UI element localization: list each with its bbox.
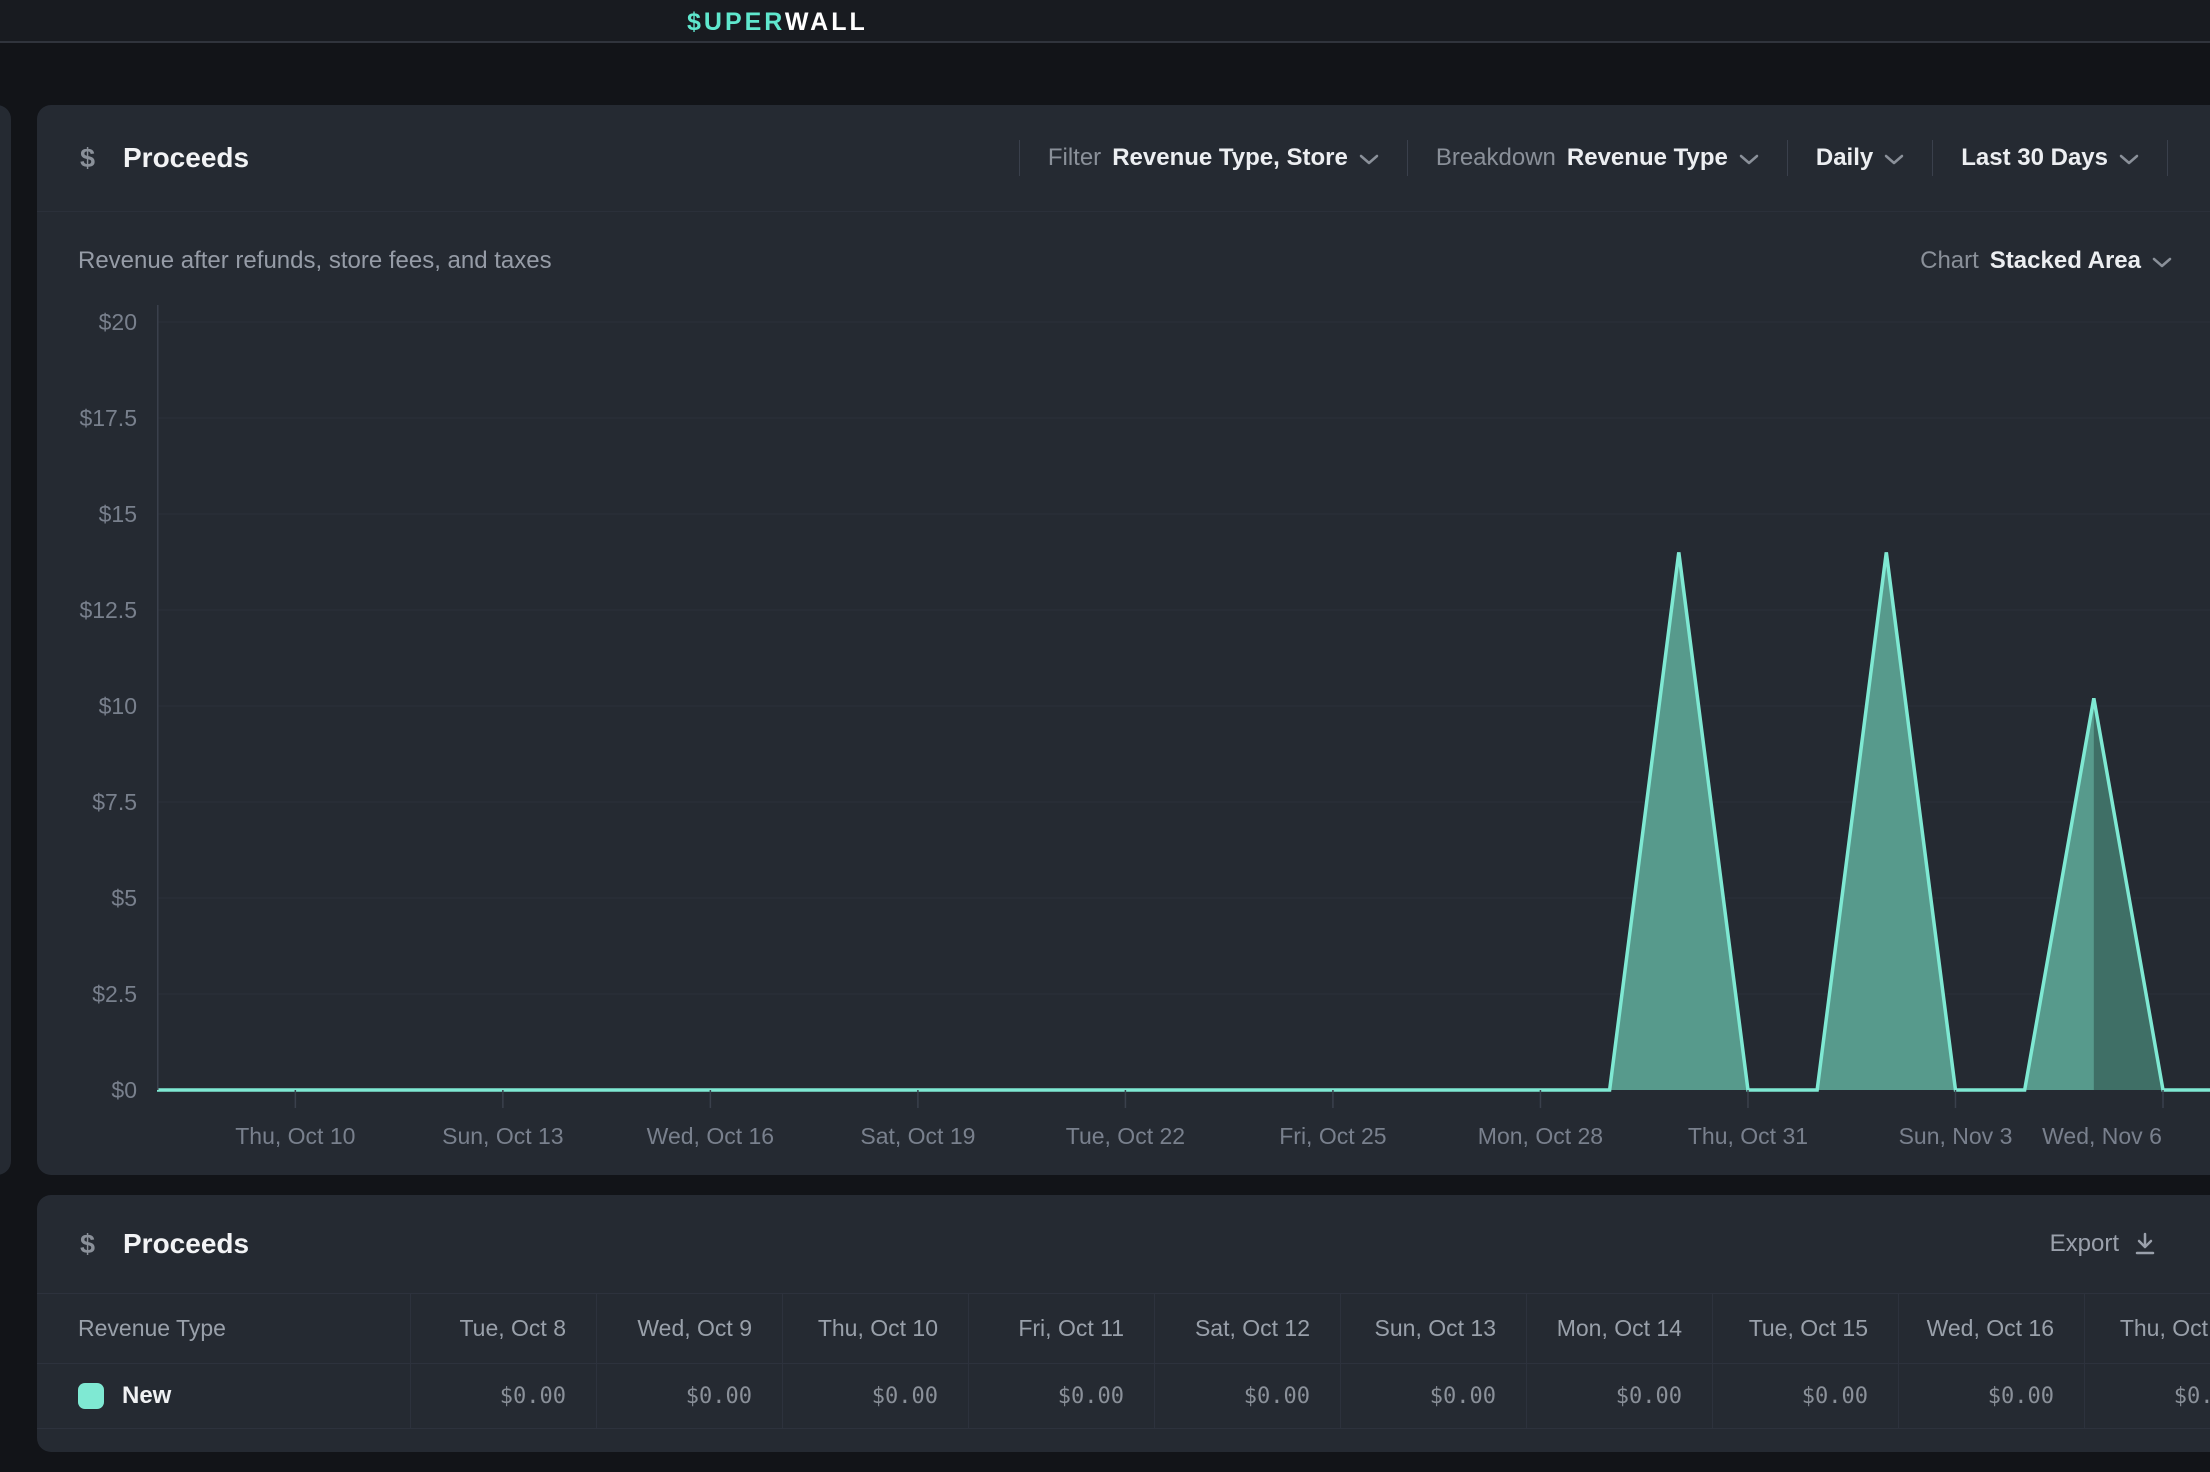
divider	[1407, 140, 1408, 176]
breakdown-value: Revenue Type	[1567, 144, 1728, 172]
chart-subtitle: Revenue after refunds, store fees, and t…	[78, 246, 552, 276]
x-tick-label: Wed, Oct 16	[647, 1121, 774, 1151]
header-separator	[37, 211, 2210, 212]
y-tick-label: $7.5	[37, 787, 137, 817]
chevron-down-icon	[1884, 154, 1904, 166]
divider	[2167, 140, 2168, 176]
x-tick-label: Sun, Oct 13	[442, 1121, 563, 1151]
y-tick-label: $0	[37, 1075, 137, 1105]
granularity-control[interactable]: Daily	[1816, 144, 1904, 172]
page: $UPERWALL $ Proceeds Filter Revenue Type…	[0, 0, 2210, 1472]
chevron-down-icon	[2119, 154, 2139, 166]
table-value-cell: $0.00	[1898, 1364, 2084, 1428]
breakdown-label: Breakdown	[1436, 144, 1556, 172]
granularity-value: Daily	[1816, 144, 1873, 172]
x-tick-label: Sat, Oct 19	[860, 1121, 975, 1151]
chevron-down-icon	[1359, 154, 1379, 166]
divider	[1019, 140, 1020, 176]
x-tick-label: Sun, Nov 3	[1899, 1121, 2013, 1151]
x-tick-label: Tue, Oct 22	[1066, 1121, 1185, 1151]
y-tick-label: $20	[37, 307, 137, 337]
filter-value: Revenue Type, Store	[1112, 144, 1348, 172]
logo-text-primary: $UPER	[687, 8, 785, 36]
export-button[interactable]: Export	[2050, 1195, 2158, 1293]
y-tick-label: $17.5	[37, 403, 137, 433]
filter-control[interactable]: Filter Revenue Type, Store	[1048, 144, 1379, 172]
column-header-date: Mon, Oct 14	[1526, 1294, 1712, 1363]
x-tick-label: Thu, Oct 31	[1688, 1121, 1808, 1151]
column-header-date: Thu, Oct 10	[782, 1294, 968, 1363]
top-bar: $UPERWALL	[0, 0, 2210, 43]
table-value-cell: $0.00	[782, 1364, 968, 1428]
table-value-cell: $0.00	[596, 1364, 782, 1428]
dollar-icon: $	[80, 1195, 95, 1293]
row-label: New	[122, 1382, 171, 1410]
export-label: Export	[2050, 1230, 2119, 1258]
table-value-cell: $0.00	[1526, 1364, 1712, 1428]
proceeds-table-card: $ Proceeds Export Revenue TypeTue, Oct 8…	[37, 1195, 2210, 1452]
y-tick-label: $10	[37, 691, 137, 721]
chart-type-value: Stacked Area	[1990, 247, 2141, 275]
column-header-date: Tue, Oct 15	[1712, 1294, 1898, 1363]
column-header-date: Thu, Oct 17	[2084, 1294, 2210, 1363]
table-value-cell: $0.00	[1712, 1364, 1898, 1428]
column-header-date: Fri, Oct 11	[968, 1294, 1154, 1363]
date-range-value: Last 30 Days	[1961, 144, 2108, 172]
chart-type-label: Chart	[1920, 247, 1979, 275]
table-value-cell: $0.00	[1154, 1364, 1340, 1428]
proceeds-table: Revenue TypeTue, Oct 8Wed, Oct 9Thu, Oct…	[37, 1293, 2210, 1429]
x-tick-label: Fri, Oct 25	[1279, 1121, 1386, 1151]
adjacent-card-edge	[0, 105, 11, 1175]
chevron-down-icon	[2152, 257, 2172, 269]
table-value-cell: $0.00	[1340, 1364, 1526, 1428]
table-value-cell: $0.00	[968, 1364, 1154, 1428]
column-header-revenue-type: Revenue Type	[37, 1294, 410, 1363]
series-color-swatch	[78, 1383, 104, 1409]
x-tick-label: Wed, Nov 6	[2042, 1121, 2162, 1151]
chart-type-control[interactable]: Chart Stacked Area	[1920, 246, 2172, 276]
table-card-title: Proceeds	[123, 1195, 249, 1293]
chart-controls: Filter Revenue Type, Store Breakdown Rev…	[991, 105, 2196, 211]
chart-card-header: $ Proceeds Filter Revenue Type, Store Br…	[37, 105, 2210, 211]
column-header-date: Wed, Oct 16	[1898, 1294, 2084, 1363]
y-tick-label: $5	[37, 883, 137, 913]
filter-label: Filter	[1048, 144, 1101, 172]
table-value-cell: $0.00	[410, 1364, 596, 1428]
y-tick-label: $2.5	[37, 979, 137, 1009]
divider	[1787, 140, 1788, 176]
superwall-logo: $UPERWALL	[687, 0, 868, 43]
proceeds-chart-card: $ Proceeds Filter Revenue Type, Store Br…	[37, 105, 2210, 1175]
chart-card-title: Proceeds	[123, 105, 249, 211]
y-tick-label: $15	[37, 499, 137, 529]
x-tick-label: Mon, Oct 28	[1478, 1121, 1603, 1151]
column-header-date: Wed, Oct 9	[596, 1294, 782, 1363]
table-value-cell: $0.00	[2084, 1364, 2210, 1428]
x-tick-label: Thu, Oct 10	[235, 1121, 355, 1151]
date-range-control[interactable]: Last 30 Days	[1961, 144, 2139, 172]
table-row: New$0.00$0.00$0.00$0.00$0.00$0.00$0.00$0…	[37, 1364, 2210, 1429]
divider	[1932, 140, 1933, 176]
column-header-date: Sun, Oct 13	[1340, 1294, 1526, 1363]
table-header-row: Revenue TypeTue, Oct 8Wed, Oct 9Thu, Oct…	[37, 1293, 2210, 1364]
logo-text-secondary: WALL	[785, 8, 868, 36]
chevron-down-icon	[1739, 154, 1759, 166]
stacked-area-plot	[157, 322, 2210, 1090]
download-icon	[2132, 1231, 2158, 1257]
breakdown-control[interactable]: Breakdown Revenue Type	[1436, 144, 1759, 172]
y-tick-label: $12.5	[37, 595, 137, 625]
column-header-date: Tue, Oct 8	[410, 1294, 596, 1363]
dollar-icon: $	[80, 105, 95, 211]
column-header-date: Sat, Oct 12	[1154, 1294, 1340, 1363]
